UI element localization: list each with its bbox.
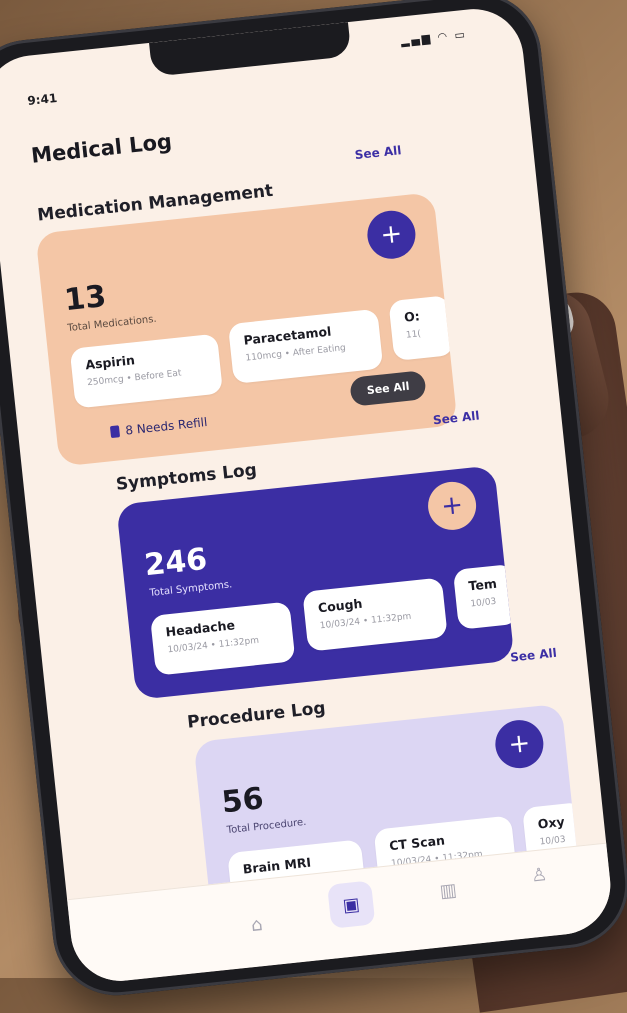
medication-card[interactable]: + 13 Total Medications. Aspirin 250mcg •… xyxy=(35,192,458,467)
page-title: Medical Log xyxy=(29,129,174,168)
medication-name: O: xyxy=(403,308,421,325)
symptoms-count-label: Total Symptoms. xyxy=(149,579,233,599)
add-symptom-button[interactable]: + xyxy=(425,479,479,533)
procedure-count-label: Total Procedure. xyxy=(226,816,307,837)
chart-icon[interactable]: ▥ xyxy=(424,866,472,914)
symptoms-count: 246 xyxy=(142,541,209,584)
procedure-name: Oxy xyxy=(537,813,566,832)
pill-bottle-icon xyxy=(109,425,121,439)
wifi-icon: ◠ xyxy=(436,29,450,44)
symptom-name: Tem xyxy=(467,575,498,594)
refill-status[interactable]: 8 Needs Refill xyxy=(109,415,209,439)
symptoms-card[interactable]: + 246 Total Symptoms. Headache 10/03/24 … xyxy=(116,465,515,700)
home-icon[interactable]: ⌂ xyxy=(233,900,281,948)
medication-count-label: Total Medications. xyxy=(66,313,158,335)
symptom-item[interactable]: Headache 10/03/24 • 11:32pm xyxy=(149,601,296,676)
medication-item[interactable]: Aspirin 250mcg • Before Eat xyxy=(69,333,224,409)
profile-icon[interactable]: ♙ xyxy=(515,851,563,899)
refill-text: 8 Needs Refill xyxy=(124,415,209,438)
procedure-section-title: Procedure Log xyxy=(186,698,327,733)
status-icons: ▂▄▆ ◠ ▭ xyxy=(400,28,467,48)
battery-icon: ▭ xyxy=(453,27,468,42)
medication-item[interactable]: O: 11( xyxy=(388,295,455,362)
phone-device: 9:41 ▂▄▆ ◠ ▭ Medical Log Medication Mana… xyxy=(0,0,627,1002)
signal-icon: ▂▄▆ xyxy=(400,31,433,48)
medical-log-icon[interactable]: ▣ xyxy=(327,880,376,929)
medication-see-all-link[interactable]: See All xyxy=(354,143,402,162)
status-time: 9:41 xyxy=(26,90,58,108)
medication-see-all-button[interactable]: See All xyxy=(349,370,427,407)
medication-meta: 11( xyxy=(405,329,422,341)
medication-count: 13 xyxy=(62,278,108,319)
procedure-see-all-link[interactable]: See All xyxy=(510,646,558,665)
procedure-meta: 10/03 xyxy=(539,834,567,848)
add-medication-button[interactable]: + xyxy=(365,208,418,262)
procedure-count: 56 xyxy=(220,781,266,821)
app-screen: 9:41 ▂▄▆ ◠ ▭ Medical Log Medication Mana… xyxy=(0,4,616,986)
medication-item[interactable]: Paracetamol 110mcg • After Eating xyxy=(227,308,384,384)
symptoms-section-title: Symptoms Log xyxy=(115,460,258,495)
add-procedure-button[interactable]: + xyxy=(492,717,546,771)
symptom-meta: 10/03 xyxy=(469,596,497,610)
symptom-item[interactable]: Cough 10/03/24 • 11:32pm xyxy=(302,577,448,652)
symptom-item[interactable]: Tem 10/03 xyxy=(452,563,515,630)
